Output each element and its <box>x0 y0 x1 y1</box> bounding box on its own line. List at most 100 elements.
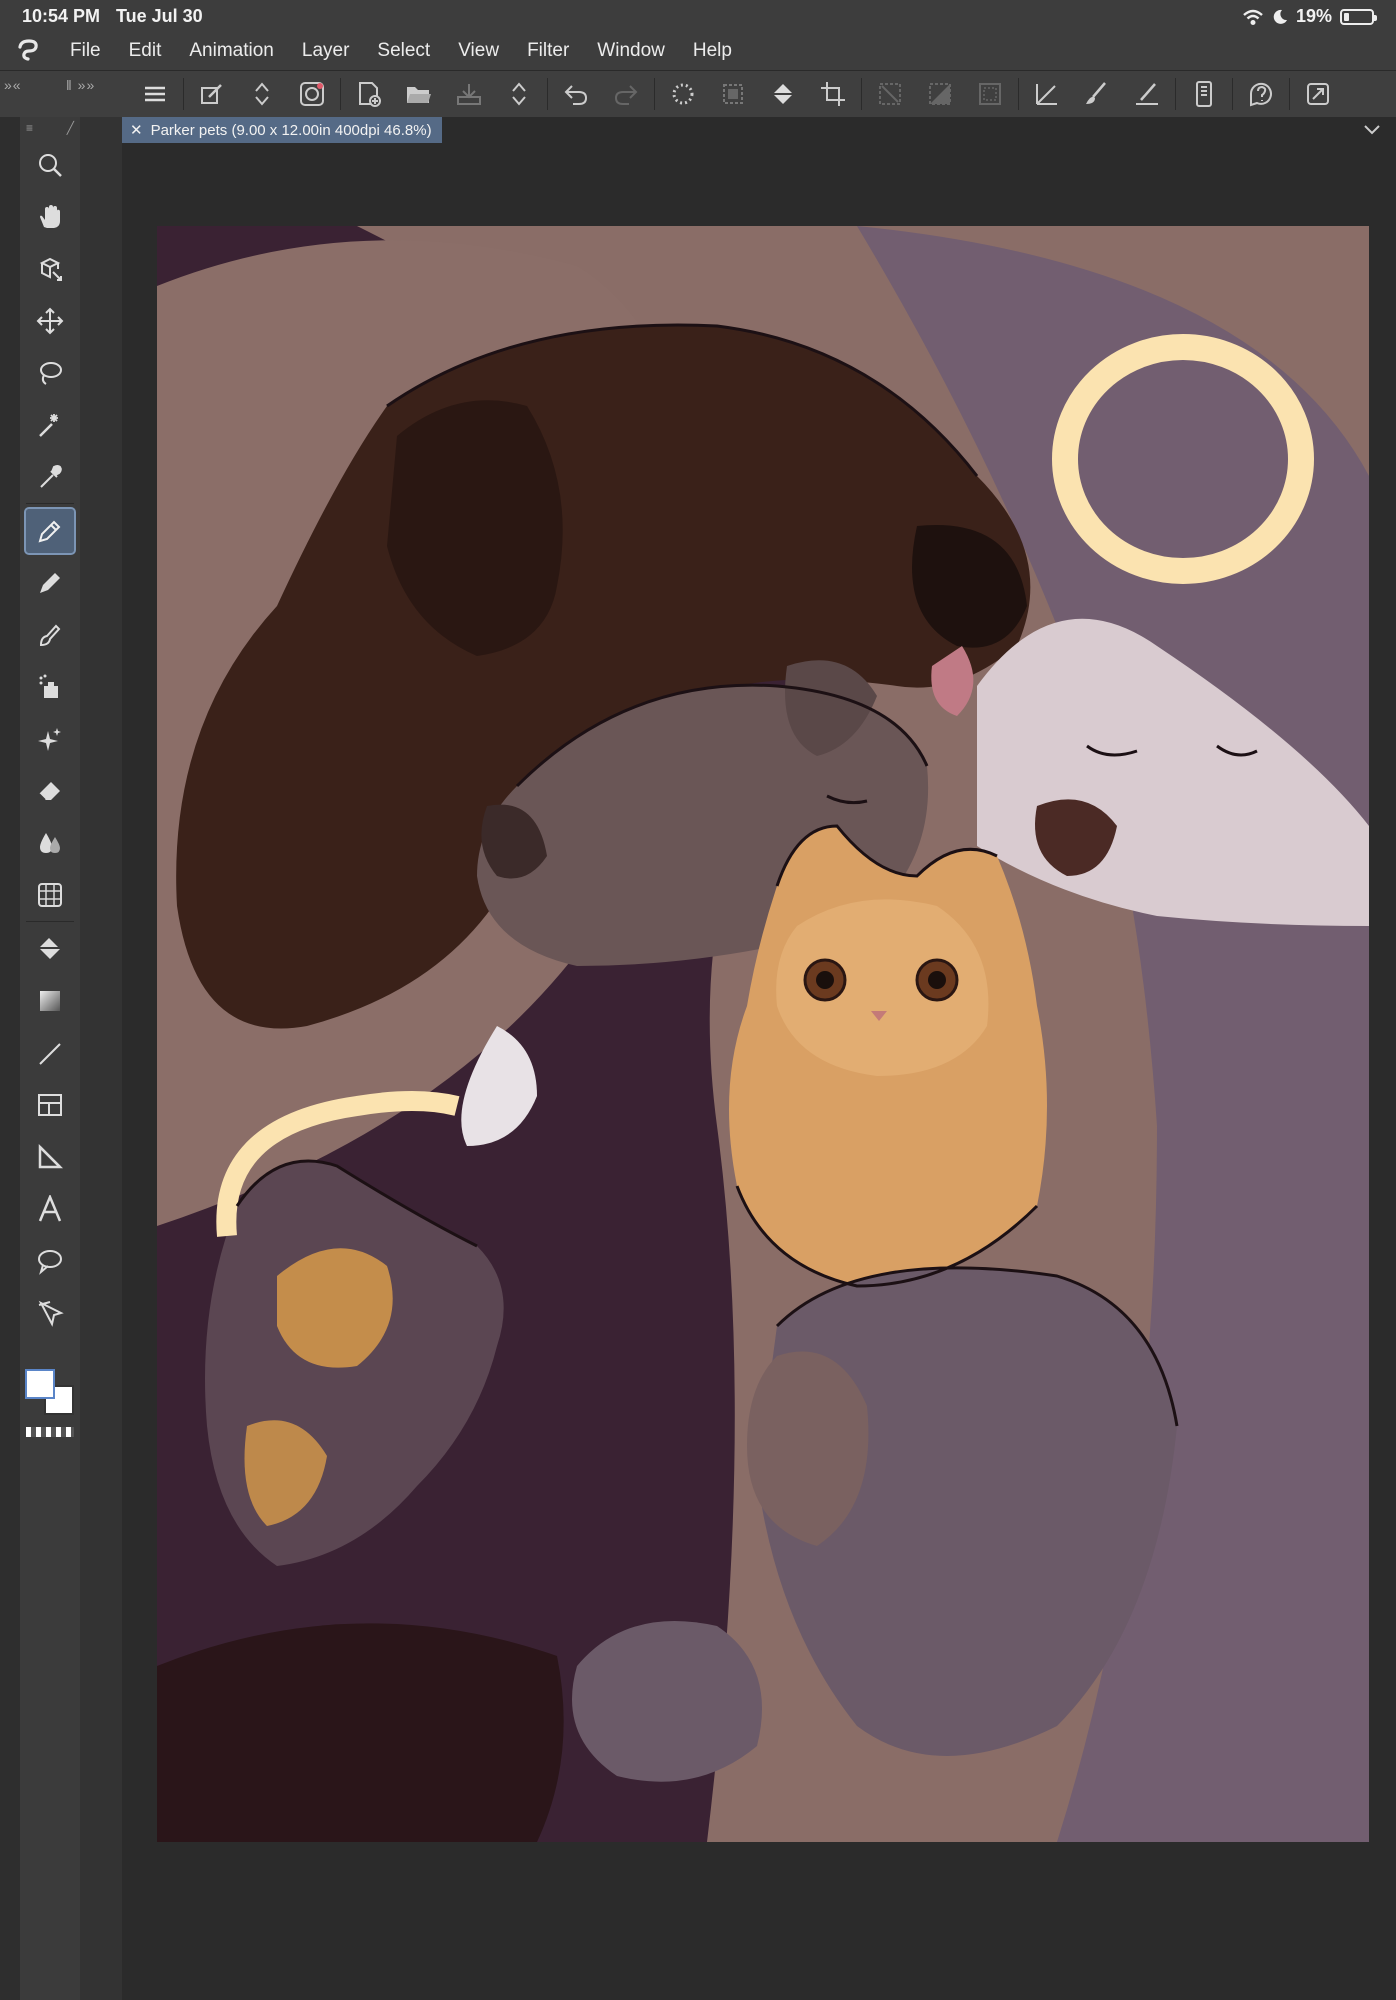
toolbar-divider <box>861 78 862 110</box>
menu-layer[interactable]: Layer <box>288 40 364 62</box>
art-bottom-shadow <box>157 1623 564 1842</box>
line-icon[interactable] <box>1122 74 1172 114</box>
pen-tool[interactable] <box>24 507 76 555</box>
collapse-right-icon[interactable]: ‖ »» <box>66 77 95 93</box>
menu-select[interactable]: Select <box>363 40 444 62</box>
hand-tool[interactable] <box>26 195 74 239</box>
save-icon[interactable] <box>444 74 494 114</box>
line-tool[interactable] <box>26 1031 74 1075</box>
tool-palette: ≡ ╱ <box>20 117 80 2000</box>
art-cat-pupil-left <box>816 971 834 989</box>
crop-icon[interactable] <box>808 74 858 114</box>
lasso-icon <box>40 362 62 385</box>
open-folder-icon[interactable] <box>394 74 444 114</box>
toolbar-divider <box>1289 78 1290 110</box>
text-tool[interactable] <box>26 1187 74 1231</box>
selection-icon[interactable] <box>708 74 758 114</box>
marquee-icon[interactable] <box>658 74 708 114</box>
command-bar: »« ‖ »» <box>0 71 1396 118</box>
menu-animation[interactable]: Animation <box>175 40 288 62</box>
eyedropper-tool[interactable] <box>26 455 74 499</box>
decoration-tool[interactable] <box>26 717 74 761</box>
updown-arrows-icon[interactable] <box>494 74 544 114</box>
ruler-tool[interactable] <box>26 1135 74 1179</box>
brush-icon[interactable] <box>1072 74 1122 114</box>
palette-pen-indicator-icon: ╱ <box>66 121 74 135</box>
toolbar-divider <box>547 78 548 110</box>
smartphone-icon[interactable] <box>1179 74 1229 114</box>
palette-menu-icon[interactable]: ≡ <box>26 121 33 135</box>
menu-icon[interactable] <box>130 74 180 114</box>
menu-file[interactable]: File <box>56 40 115 62</box>
deselect-icon[interactable] <box>865 74 915 114</box>
canvas-artwork[interactable] <box>157 226 1369 1842</box>
correct-line-icon <box>38 1300 64 1327</box>
command-icons <box>130 71 1343 117</box>
hand-icon <box>40 205 60 228</box>
pencil-tool[interactable] <box>26 561 74 605</box>
airbrush-tool[interactable] <box>26 665 74 709</box>
edit-wand-icon[interactable] <box>187 74 237 114</box>
grid-tool[interactable] <box>26 873 74 917</box>
fill-icon[interactable] <box>758 74 808 114</box>
menu-edit[interactable]: Edit <box>115 40 176 62</box>
line-icon <box>39 1043 61 1065</box>
ruler-icon[interactable] <box>1022 74 1072 114</box>
main-color-swatch[interactable] <box>25 1369 55 1399</box>
border-icon[interactable] <box>965 74 1015 114</box>
help-icon[interactable] <box>1236 74 1286 114</box>
magic-wand-tool[interactable] <box>26 403 74 447</box>
toolbar-divider <box>1232 78 1233 110</box>
pencil-icon <box>40 573 60 593</box>
chevron-down-icon[interactable] <box>1362 120 1382 140</box>
toolbar-divider <box>654 78 655 110</box>
balloon-icon <box>38 1250 62 1275</box>
collapse-left-icon[interactable]: »« <box>4 77 22 93</box>
toolbar-divider <box>340 78 341 110</box>
frame-tool[interactable] <box>26 1083 74 1127</box>
new-canvas-icon[interactable] <box>344 74 394 114</box>
redo-icon[interactable] <box>601 74 651 114</box>
fill-tool[interactable] <box>26 927 74 971</box>
blend-tool[interactable] <box>26 821 74 865</box>
frame-icon <box>38 1094 62 1116</box>
battery-percent: 19% <box>1295 6 1332 26</box>
panel-gap <box>80 117 122 2000</box>
menu-view[interactable]: View <box>444 40 513 62</box>
transparent-color-swatch[interactable] <box>26 1427 74 1437</box>
status-bar: 10:54 PM Tue Jul 30 19% <box>0 0 1396 32</box>
updown-arrows-icon[interactable] <box>237 74 287 114</box>
ruler-icon <box>38 1143 64 1169</box>
status-right: 19% <box>1242 6 1377 27</box>
correct-line-tool[interactable] <box>26 1291 74 1335</box>
app-logo-icon[interactable] <box>0 32 56 70</box>
spiral-icon[interactable] <box>287 74 337 114</box>
move-icon <box>36 307 64 335</box>
move-tool[interactable] <box>26 299 74 343</box>
wifi-icon <box>1243 9 1263 25</box>
eraser-tool[interactable] <box>26 769 74 813</box>
zoom-tool[interactable] <box>26 143 74 187</box>
left-edge-strip <box>0 117 20 2000</box>
rotate-tool[interactable] <box>26 247 74 291</box>
menu-window[interactable]: Window <box>583 40 679 62</box>
gradient-tool[interactable] <box>26 979 74 1023</box>
close-tab-icon[interactable]: ✕ <box>130 121 143 139</box>
invert-icon[interactable] <box>915 74 965 114</box>
balloon-tool[interactable] <box>26 1239 74 1283</box>
undo-icon[interactable] <box>551 74 601 114</box>
menu-help[interactable]: Help <box>679 40 746 62</box>
menu-filter[interactable]: Filter <box>513 40 583 62</box>
tool-palette-header: ≡ ╱ <box>20 117 80 139</box>
sparkle-icon <box>38 728 61 751</box>
brush-tool[interactable] <box>26 613 74 657</box>
color-indicator <box>22 1365 78 1437</box>
toolbar-divider <box>183 78 184 110</box>
blend-icon <box>40 833 60 853</box>
document-tab-bar: ✕ Parker pets (9.00 x 12.00in 400dpi 46.… <box>122 117 1396 143</box>
document-tab[interactable]: ✕ Parker pets (9.00 x 12.00in 400dpi 46.… <box>122 117 442 143</box>
fullscreen-icon[interactable] <box>1293 74 1343 114</box>
menu-bar: File Edit Animation Layer Select View Fi… <box>0 32 1396 71</box>
lasso-tool[interactable] <box>26 351 74 395</box>
fill-icon <box>39 938 60 959</box>
